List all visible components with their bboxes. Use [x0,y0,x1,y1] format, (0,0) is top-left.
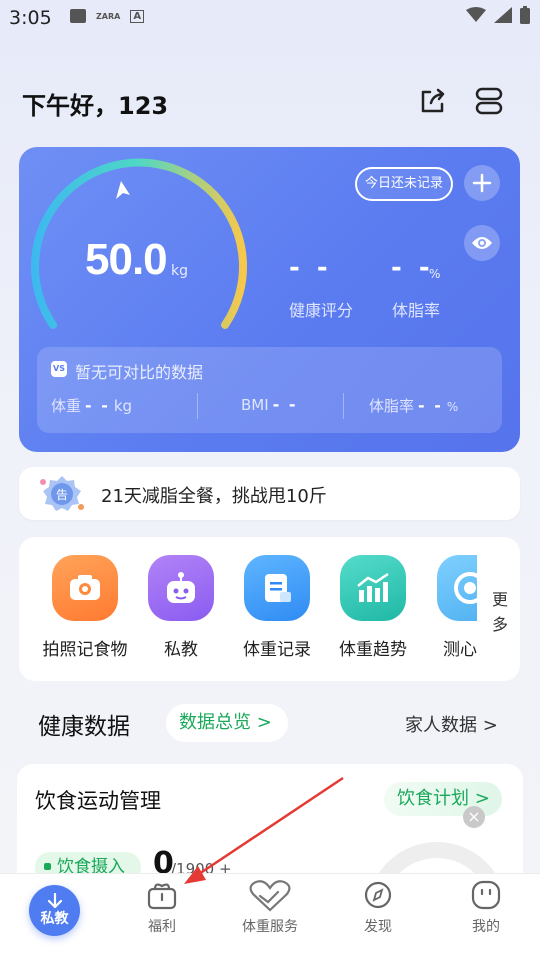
feature-label: 测心 [443,640,477,660]
arrow-down-icon [47,893,62,909]
weight-card[interactable]: 50.0 kg 今日还未记录 - - 健康评分 - - % 体脂率 VS 暂无可… [19,147,520,452]
signal-icon [494,7,512,23]
divider [343,393,344,419]
compare-bodyfat: 体脂率 - - % [369,395,458,416]
note-icon [244,555,310,621]
more-features-button[interactable]: 更多 [492,587,510,637]
promo-banner[interactable]: 告 21天减脂全餐，挑战甩10斤 [19,467,520,520]
feature-label: 私教 [164,640,198,660]
chart-icon [340,555,406,621]
add-record-button[interactable] [464,165,500,201]
nav-coach-label: 私教 [40,911,69,927]
body-fat-label: 体脂率 [392,301,441,320]
today-record-button[interactable]: 今日还未记录 [355,167,453,201]
greeting-title: 下午好，123 [22,92,169,120]
nav-coach-button[interactable]: 私教 [29,885,80,936]
compare-bmi-label: BMI [241,396,269,414]
bottom-navigation: 私教 福利 体重服务 发现 我的 [0,873,540,960]
compare-bodyfat-unit: % [446,400,459,414]
weight-unit: kg [171,263,188,279]
intake-dot-icon [44,863,51,870]
vs-badge: VS [51,361,67,377]
compare-weight-value: - - [85,396,110,415]
nav-label: 我的 [472,919,500,935]
wifi-icon [466,7,486,22]
feature-weight-trend[interactable]: 体重趋势 [331,555,415,660]
weight-value: 50.0 [85,235,168,284]
heart-icon [249,880,291,912]
feature-coach[interactable]: 私教 [139,555,223,660]
a-notification-icon: A [130,9,145,23]
compare-weight-unit: kg [113,397,133,415]
close-icon[interactable]: × [463,806,485,828]
nav-item-welfare[interactable]: 福利 [117,880,207,936]
promo-text: 21天减脂全餐，挑战甩10斤 [101,486,327,507]
health-score-label: 健康评分 [289,301,354,320]
promo-badge-text: 告 [56,488,68,502]
nav-label: 体重服务 [242,919,298,935]
feature-photo-food[interactable]: 拍照记食物 [42,555,128,660]
nav-item-mine[interactable]: 我的 [441,880,531,936]
feature-label: 体重趋势 [339,640,407,660]
diet-plan-button[interactable]: 饮食计划 > [384,782,502,816]
data-overview-button[interactable]: 数据总览 > [166,704,288,742]
status-notification-icons: ZARA A [70,9,145,23]
status-time: 3:05 [9,7,52,29]
battery-icon [520,6,530,24]
body-fat-unit: % [429,267,441,281]
feature-measure[interactable]: 测心 [427,555,477,660]
share-icon[interactable] [418,86,448,116]
nav-label: 发现 [364,919,392,935]
image-notification-icon [70,9,86,23]
announcement-badge-icon: 告 [40,476,84,511]
diet-card-title: 饮食运动管理 [35,789,161,813]
nav-item-discover[interactable]: 发现 [333,880,423,936]
nav-item-weight-service[interactable]: 体重服务 [225,880,315,936]
family-data-link[interactable]: 家人数据 > [405,711,498,737]
zara-notification-icon: ZARA [96,11,121,21]
nav-label: 福利 [148,919,176,935]
divider [197,393,198,419]
feature-shortcuts: 拍照记食物 私教 体重记录 体重趋势 测心 更多 [19,537,520,681]
compare-box[interactable]: VS 暂无可对比的数据 体重 - - kg BMI - - 体脂率 - - % [37,347,502,433]
plus-icon [472,173,492,193]
compare-weight-label: 体重 [51,397,82,415]
gift-icon [147,883,177,910]
measure-icon [437,555,477,621]
feature-label: 拍照记食物 [42,640,128,660]
visibility-toggle-button[interactable] [464,225,500,261]
body-fat-value: - - [391,253,434,283]
compare-bodyfat-label: 体脂率 [369,397,415,415]
eye-icon [472,237,492,249]
camera-icon [52,555,118,621]
health-data-title: 健康数据 [38,714,130,740]
compare-title: 暂无可对比的数据 [75,363,204,382]
health-score-value: - - [289,253,332,283]
feature-weight-record[interactable]: 体重记录 [235,555,319,660]
compass-icon [364,881,392,909]
device-list-icon[interactable] [474,86,504,116]
compare-bodyfat-value: - - [418,396,443,415]
compare-weight: 体重 - - kg [51,395,132,416]
status-system-icons [466,6,530,24]
gauge-pointer-icon [116,181,130,199]
feature-label: 体重记录 [243,640,311,660]
compare-bmi: BMI - - [241,395,298,414]
profile-icon [471,880,501,910]
compare-bmi-value: - - [272,395,298,414]
robot-icon [148,555,214,621]
